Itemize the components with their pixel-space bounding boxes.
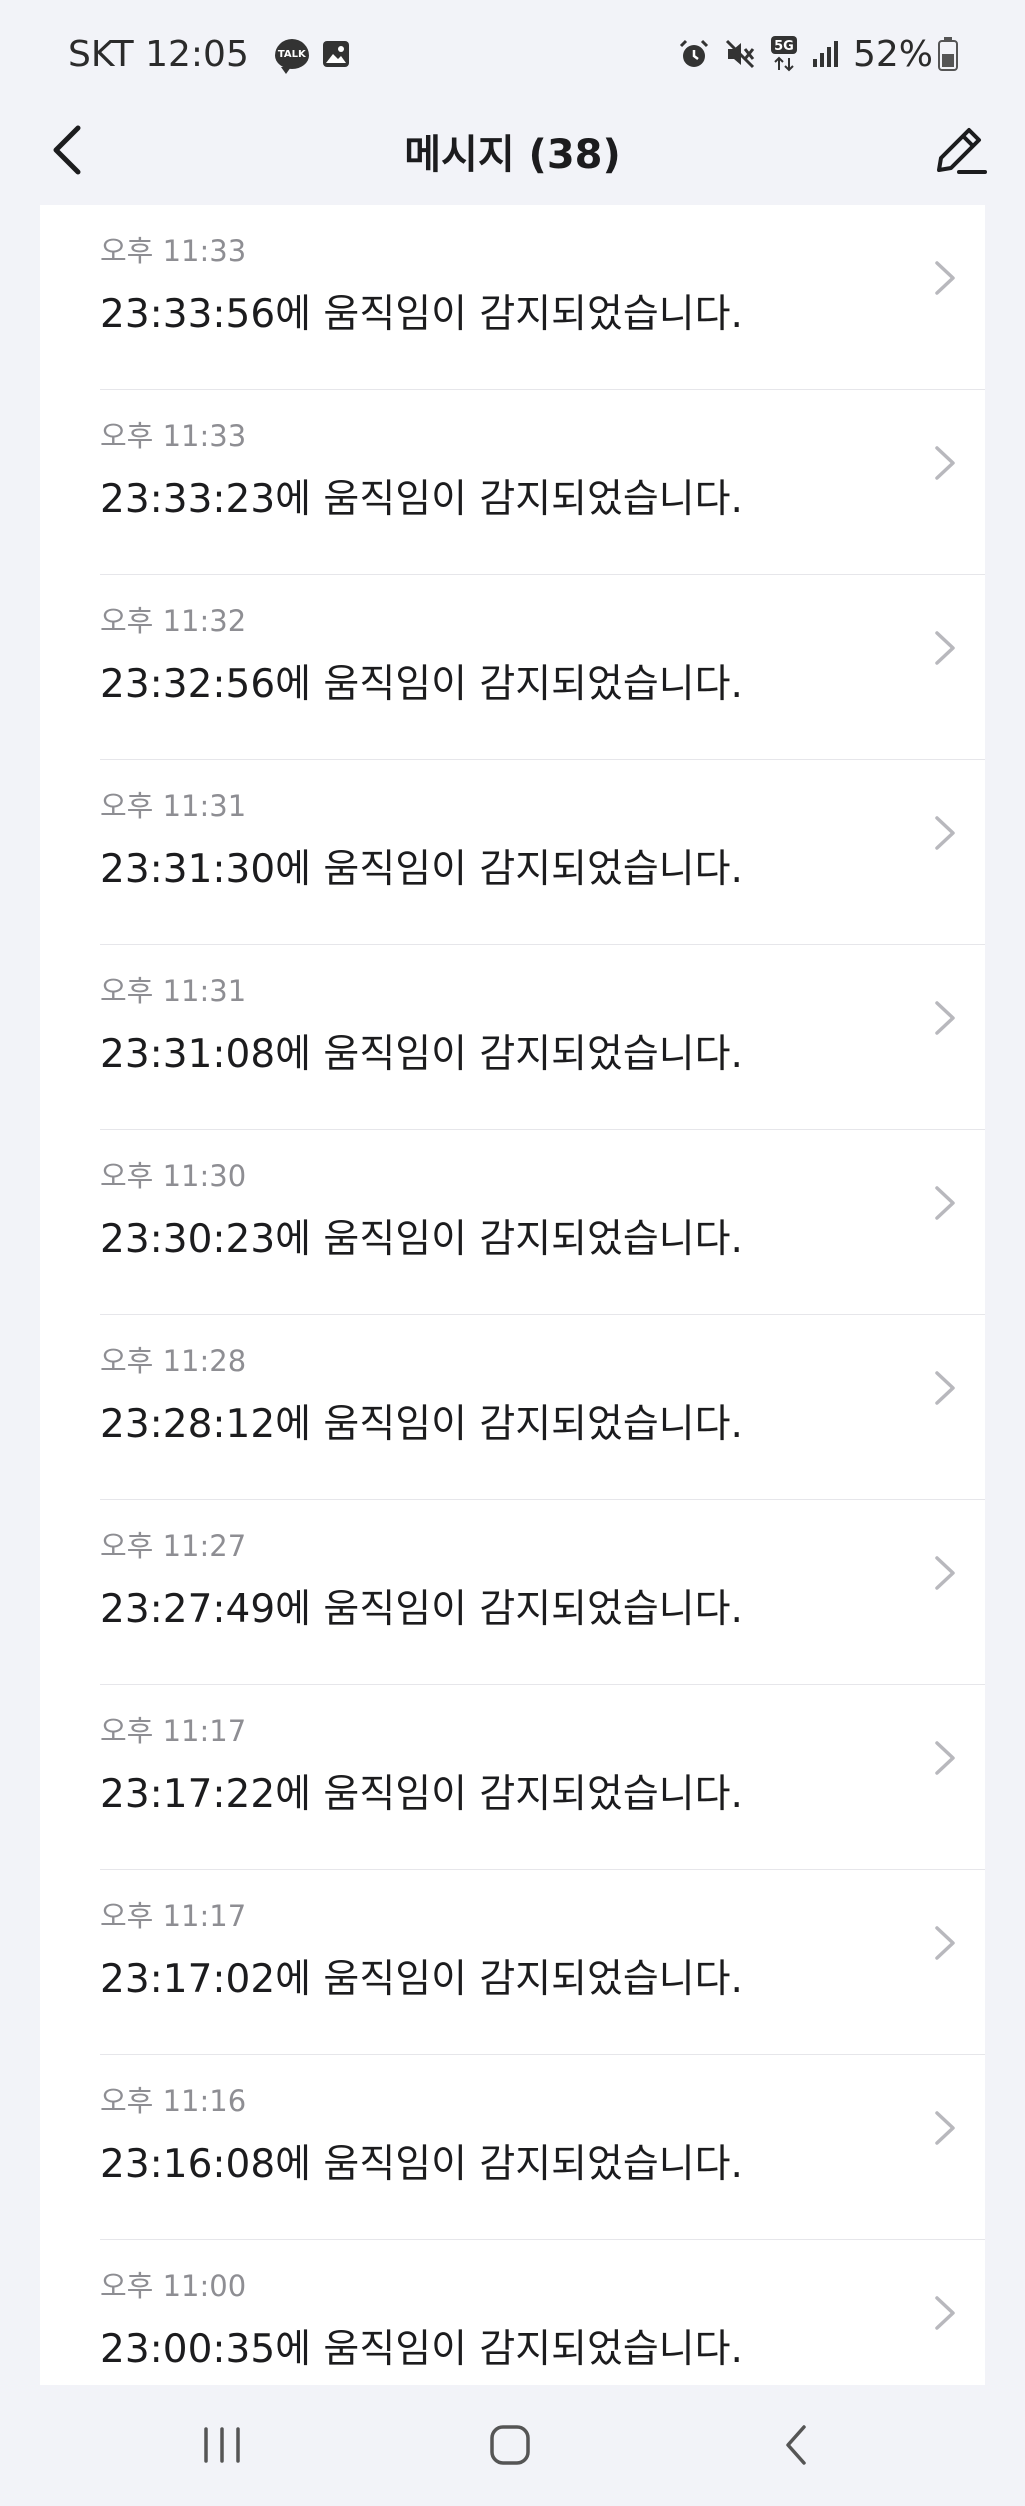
message-list-item[interactable]: 오후 11:31 23:31:08에 움직임이 감지되었습니다.: [40, 945, 985, 1130]
message-list-item[interactable]: 오후 11:27 23:27:49에 움직임이 감지되었습니다.: [40, 1500, 985, 1685]
mute-icon: [725, 39, 755, 69]
message-list-item[interactable]: 오후 11:16 23:16:08에 움직임이 감지되었습니다.: [40, 2055, 985, 2240]
message-time: 오후 11:31: [100, 974, 247, 1008]
message-time: 오후 11:32: [100, 604, 247, 638]
message-list-item[interactable]: 오후 11:33 23:33:23에 움직임이 감지되었습니다.: [40, 390, 985, 575]
message-list-item[interactable]: 오후 11:17 23:17:22에 움직임이 감지되었습니다.: [40, 1685, 985, 1870]
message-list-item[interactable]: 오후 11:33 23:33:56에 움직임이 감지되었습니다.: [40, 205, 985, 390]
message-list: 오후 11:33 23:33:56에 움직임이 감지되었습니다. 오후 11:3…: [40, 205, 985, 2385]
chevron-right-icon: [935, 1741, 955, 1775]
message-time: 오후 11:16: [100, 2084, 247, 2118]
signal-icon: [812, 41, 838, 67]
chevron-right-icon: [935, 2111, 955, 2145]
message-list-item[interactable]: 오후 11:31 23:31:30에 움직임이 감지되었습니다.: [40, 760, 985, 945]
message-text: 23:33:56에 움직임이 감지되었습니다.: [100, 292, 743, 337]
5g-icon: 5G: [770, 36, 797, 72]
message-time: 오후 11:28: [100, 1344, 247, 1378]
battery-icon: [938, 37, 958, 71]
message-time: 오후 11:31: [100, 789, 247, 823]
message-text: 23:33:23에 움직임이 감지되었습니다.: [100, 477, 743, 522]
navigation-bar: [0, 2385, 1025, 2506]
chevron-right-icon: [935, 1371, 955, 1405]
message-text: 23:31:08에 움직임이 감지되었습니다.: [100, 1032, 743, 1077]
message-time: 오후 11:33: [100, 234, 247, 268]
message-list-item[interactable]: 오후 11:30 23:30:23에 움직임이 감지되었습니다.: [40, 1130, 985, 1315]
message-list-item[interactable]: 오후 11:32 23:32:56에 움직임이 감지되었습니다.: [40, 575, 985, 760]
message-time: 오후 11:17: [100, 1899, 247, 1933]
chevron-right-icon: [935, 2296, 955, 2330]
message-text: 23:17:22에 움직임이 감지되었습니다.: [100, 1772, 743, 1817]
message-text: 23:30:23에 움직임이 감지되었습니다.: [100, 1217, 743, 1262]
status-left: SKT 12:05 TALK: [68, 28, 351, 80]
battery-percent: 52%: [852, 33, 933, 75]
page-title: 메시지 (38): [404, 132, 621, 178]
message-text: 23:00:35에 움직임이 감지되었습니다.: [100, 2327, 743, 2372]
message-time: 오후 11:33: [100, 419, 247, 453]
status-bar: SKT 12:05 TALK 5G 52%: [0, 0, 1025, 100]
message-text: 23:17:02에 움직임이 감지되었습니다.: [100, 1957, 743, 2002]
message-list-item[interactable]: 오후 11:00 23:00:35에 움직임이 감지되었습니다.: [40, 2240, 985, 2385]
message-list-item[interactable]: 오후 11:28 23:28:12에 움직임이 감지되었습니다.: [40, 1315, 985, 1500]
back-icon[interactable]: [768, 2415, 828, 2475]
chevron-right-icon: [935, 1926, 955, 1960]
chevron-right-icon: [935, 1186, 955, 1220]
message-list-item[interactable]: 오후 11:17 23:17:02에 움직임이 감지되었습니다.: [40, 1870, 985, 2055]
chevron-right-icon: [935, 631, 955, 665]
message-time: 오후 11:17: [100, 1714, 247, 1748]
pencil-icon[interactable]: [927, 118, 991, 182]
chevron-right-icon: [935, 446, 955, 480]
chevron-right-icon: [935, 261, 955, 295]
message-time: 오후 11:30: [100, 1159, 247, 1193]
message-text: 23:28:12에 움직임이 감지되었습니다.: [100, 1402, 743, 1447]
alarm-icon: [679, 39, 709, 67]
chevron-right-icon: [935, 1556, 955, 1590]
status-right: 5G 52%: [665, 28, 959, 80]
message-text: 23:31:30에 움직임이 감지되었습니다.: [100, 847, 743, 892]
message-text: 23:27:49에 움직임이 감지되었습니다.: [100, 1587, 743, 1632]
message-time: 오후 11:27: [100, 1529, 247, 1563]
carrier-time: SKT 12:05: [68, 33, 249, 75]
message-text: 23:32:56에 움직임이 감지되었습니다.: [100, 662, 743, 707]
talk-icon: TALK: [274, 39, 309, 74]
home-icon[interactable]: [480, 2415, 540, 2475]
app-header: 메시지 (38): [0, 100, 1025, 200]
svg-text:5G: 5G: [774, 39, 794, 54]
recents-icon[interactable]: [192, 2415, 252, 2475]
message-text: 23:16:08에 움직임이 감지되었습니다.: [100, 2142, 743, 2187]
chevron-right-icon: [935, 1001, 955, 1035]
chevron-right-icon: [935, 816, 955, 850]
image-icon: [322, 41, 349, 67]
message-time: 오후 11:00: [100, 2269, 247, 2303]
